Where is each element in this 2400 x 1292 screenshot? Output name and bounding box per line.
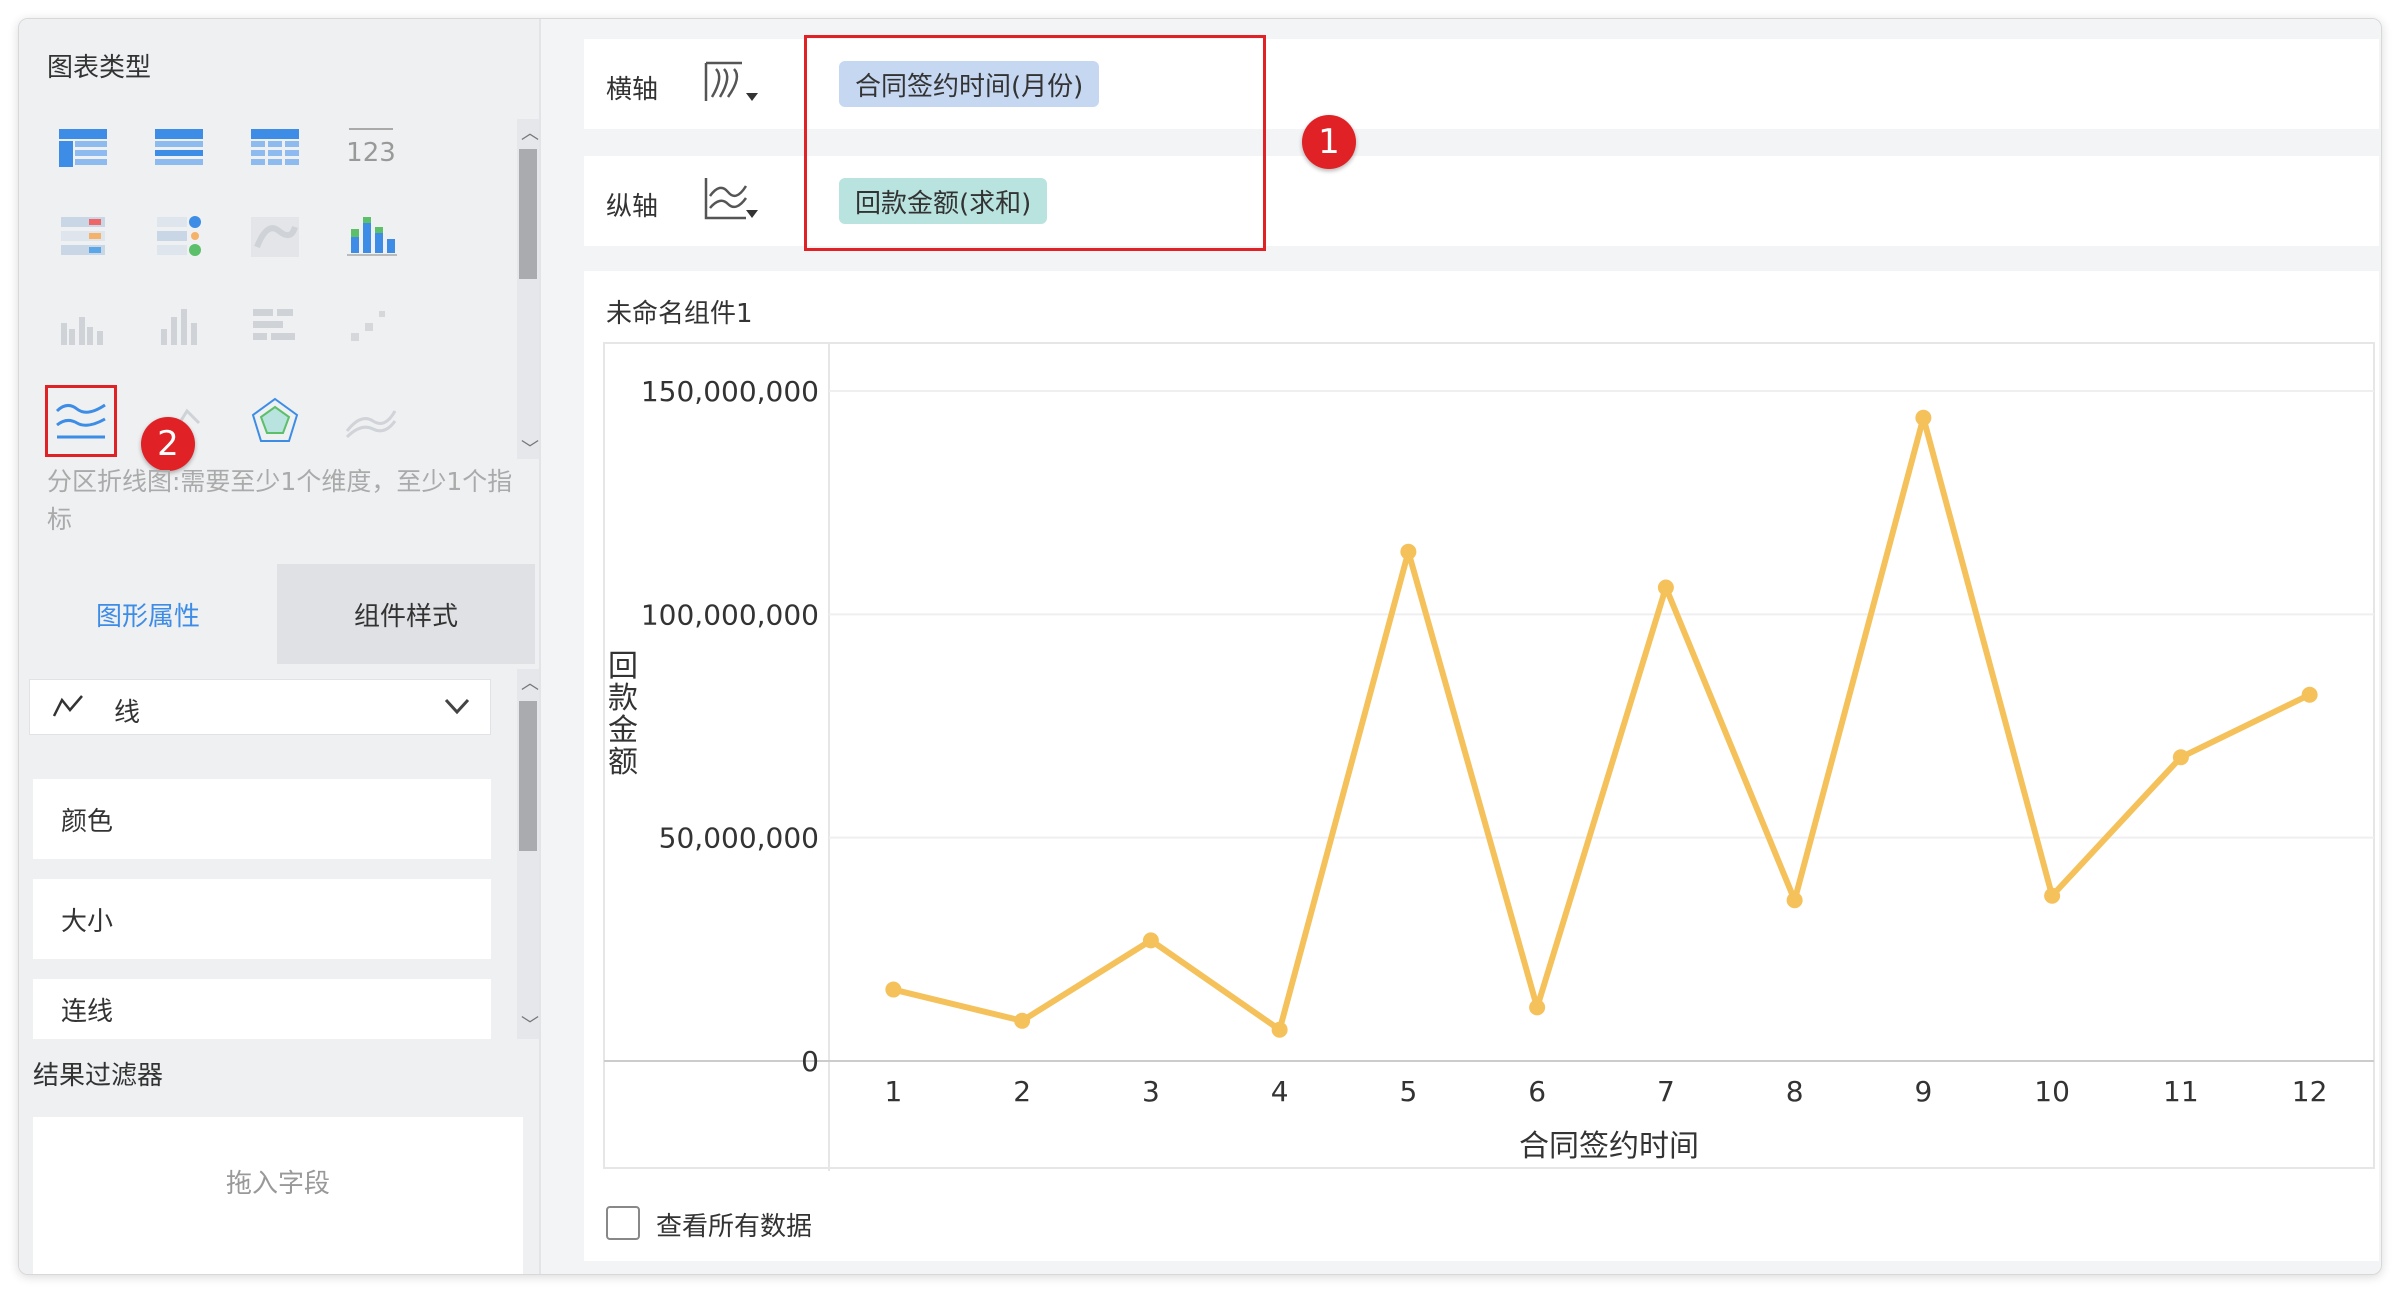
x-tick-label: 3 [1142, 1075, 1160, 1108]
chart-type-scroll-thumb[interactable] [519, 149, 537, 279]
property-connect-line[interactable]: 连线 [33, 979, 491, 1039]
series-line [892, 414, 2311, 1033]
scroll-up-icon[interactable]: ︿ [521, 119, 539, 145]
app-window: 图表类型 123 2 ︿ ﹀ 分区折线图:需要至少1个维度，至少1个指标 图形属… [18, 18, 2382, 1275]
x-tick-label: 9 [1914, 1075, 1932, 1108]
group-table-icon[interactable] [151, 119, 207, 175]
view-all-checkbox[interactable] [606, 1206, 640, 1240]
mark-type-select[interactable]: 线 [29, 679, 491, 735]
property-size[interactable]: 大小 [33, 879, 491, 959]
right-area: 横轴 合同签约时间(月份) 纵轴 回款金额(求和) 1 未命名组件1 1 2 3… [564, 19, 2381, 1274]
x-tick-label: 6 [1528, 1075, 1546, 1108]
multi-indicator-card-icon[interactable] [55, 209, 111, 265]
y-tick-label: 0 [801, 1045, 819, 1078]
x-tick-label: 11 [2163, 1075, 2199, 1108]
data-point[interactable] [1400, 543, 1417, 560]
x-tick-label: 12 [2292, 1075, 2328, 1108]
y-tick-label: 150,000,000 [641, 375, 819, 408]
chart-type-hint: 分区折线图:需要至少1个维度，至少1个指标 [47, 467, 513, 534]
data-point[interactable] [885, 981, 902, 998]
tab-shape-properties[interactable]: 图形属性 [19, 564, 277, 664]
property-scroll-thumb[interactable] [519, 701, 537, 851]
number-icon-text: 123 [346, 138, 396, 168]
heatmap-map-icon[interactable] [247, 209, 303, 265]
x-axis-chart-type-icon[interactable] [702, 57, 762, 111]
data-point[interactable] [1529, 999, 1546, 1016]
radar-chart-icon[interactable] [247, 393, 303, 449]
x-tick-label: 2 [1013, 1075, 1031, 1108]
stacked-area-icon[interactable] [343, 393, 399, 449]
data-point[interactable] [2301, 686, 2318, 703]
x-tick-label: 8 [1786, 1075, 1804, 1108]
y-tick-label: 100,000,000 [641, 598, 819, 631]
data-point[interactable] [1142, 932, 1159, 949]
x-tick-label: 7 [1657, 1075, 1675, 1108]
x-tick-label: 1 [884, 1075, 902, 1108]
multi-series-bar-icon[interactable] [55, 299, 111, 355]
component-panel: 未命名组件1 1 2 3 4 5 6 7 8 9 10 11 12 150,000,000 100,00… [584, 271, 2379, 1261]
filter-drop-zone[interactable]: 拖入字段 [33, 1117, 523, 1274]
bar-chart-icon[interactable] [151, 299, 207, 355]
property-scroll-up-icon[interactable]: ︿ [521, 669, 539, 695]
detail-table-icon[interactable] [247, 119, 303, 175]
chart-type-title: 图表类型 [47, 53, 152, 83]
number-text-icon[interactable]: 123 [343, 119, 399, 175]
y-axis-title: 回款金额 [608, 649, 638, 780]
tab-component-style[interactable]: 组件样式 [277, 564, 535, 664]
data-point[interactable] [1915, 409, 1932, 426]
property-scroll-down-icon[interactable]: ﹀ [521, 1011, 539, 1037]
x-tick-label: 5 [1399, 1075, 1417, 1108]
stacked-bar-icon[interactable] [343, 209, 399, 265]
y-axis-label: 纵轴 [606, 192, 659, 222]
data-point[interactable] [2044, 887, 2061, 904]
horizontal-bar-icon[interactable] [247, 299, 303, 355]
result-filter-title: 结果过滤器 [33, 1061, 164, 1091]
x-axis-title: 合同签约时间 [1519, 1129, 1699, 1164]
chevron-down-icon [442, 694, 472, 722]
property-color[interactable]: 颜色 [33, 779, 491, 859]
data-point[interactable] [2172, 749, 2189, 766]
data-point[interactable] [1657, 579, 1674, 596]
x-axis-label: 横轴 [606, 75, 659, 105]
data-point[interactable] [1014, 1012, 1031, 1029]
scroll-down-icon[interactable]: ﹀ [521, 435, 539, 461]
dot-indicator-icon[interactable] [151, 209, 207, 265]
annotation-badge-1: 1 [1302, 115, 1356, 169]
axis-fields-highlight [804, 35, 1266, 251]
scatter-icon[interactable] [343, 299, 399, 355]
chart-frame [603, 342, 2375, 1169]
data-point[interactable] [1271, 1021, 1288, 1038]
area-line-chart-icon[interactable] [53, 393, 109, 449]
left-panel: 图表类型 123 2 ︿ ﹀ 分区折线图:需要至少1个维度，至少1个指标 图形属… [19, 19, 541, 1274]
cross-table-icon[interactable] [55, 119, 111, 175]
x-tick-label: 4 [1271, 1075, 1289, 1108]
line-chart: 1 2 3 4 5 6 7 8 9 10 11 12 150,000,000100,000,00050… [603, 342, 2375, 1171]
view-all-label: 查看所有数据 [656, 1212, 813, 1242]
line-mark-icon [52, 692, 84, 724]
y-tick-label: 50,000,000 [659, 822, 819, 855]
mark-type-label: 线 [114, 698, 141, 728]
x-tick-label: 10 [2034, 1075, 2070, 1108]
data-point[interactable] [1786, 892, 1803, 909]
y-axis-chart-type-icon[interactable] [702, 174, 762, 228]
